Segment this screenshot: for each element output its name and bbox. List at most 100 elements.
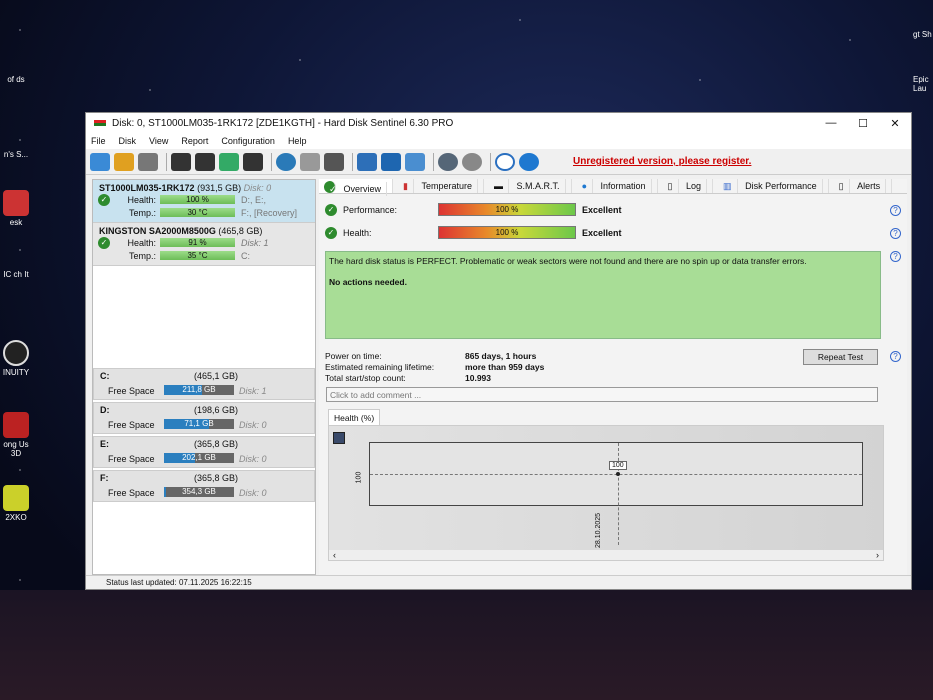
disk-list-icon[interactable] [138, 152, 158, 171]
disk-item[interactable]: KINGSTON SA2000M8500G (465,8 GB) ✓ Health… [93, 223, 315, 266]
desktop-icon-right-1[interactable]: gt Sh [913, 30, 933, 39]
menu-configuration[interactable]: Configuration [221, 136, 275, 146]
info-icon: ● [576, 179, 593, 193]
desktop-icon-label: of ds [7, 75, 25, 84]
scroll-left-icon[interactable]: ‹ [333, 550, 336, 560]
status-bar: Status last updated: 07.11.2025 16:22:15 [86, 575, 911, 589]
info-icon[interactable] [519, 152, 539, 171]
power-on-label: Power on time: [325, 351, 382, 361]
help-icon[interactable]: ? [890, 351, 901, 362]
free-space-label: Free Space [108, 420, 155, 430]
disk-surface-icon[interactable] [195, 152, 215, 171]
desktop-icon-label: gt Sh [913, 30, 932, 39]
partition-item[interactable]: C: (465,1 GB) Free Space 211,8 GB Disk: 1 [93, 368, 315, 400]
mail-icon[interactable] [381, 152, 401, 171]
desktop-icon-label: esk [9, 218, 23, 227]
temp-bar: 30 °C [160, 208, 235, 217]
overview-panel: ✓ Overview ▮ Temperature ▬ S.M.A.R.T. ● … [319, 179, 907, 575]
alerts-icon: ▯ [833, 179, 850, 193]
help-icon[interactable] [495, 152, 515, 171]
desktop-icon-right-2[interactable]: Epic Lau [913, 75, 933, 93]
desktop-icon-2[interactable]: n's S... [0, 150, 32, 159]
separator [433, 152, 434, 171]
menu-help[interactable]: Help [288, 136, 307, 146]
disk-name: ST1000LM035-1RK172 [99, 183, 195, 193]
desktop-icon-label: n's S... [3, 150, 29, 159]
menu-file[interactable]: File [91, 136, 106, 146]
menu-report[interactable]: Report [181, 136, 208, 146]
tab-alerts[interactable]: ▯ Alerts [829, 179, 893, 193]
health-chart: 100 100 28.10.2025 ‹ › [328, 425, 884, 561]
tab-smart[interactable]: ▬ S.M.A.R.T. [484, 179, 572, 193]
disk-number: Disk: 0 [239, 488, 267, 498]
x-tick-label: 28.10.2025 [595, 512, 602, 548]
tab-disk-performance[interactable]: ▥ Disk Performance [713, 179, 829, 193]
health-bar: 91 % [160, 238, 235, 247]
disk-search-icon[interactable] [243, 152, 263, 171]
menu-disk[interactable]: Disk [119, 136, 137, 146]
help-icon[interactable]: ? [890, 228, 901, 239]
tab-information[interactable]: ● Information [572, 179, 658, 193]
desktop-icon-1[interactable]: of ds [0, 75, 32, 84]
tab-overview[interactable]: ✓ Overview [319, 179, 394, 196]
partition-item[interactable]: E: (365,8 GB) Free Space 202,1 GB Disk: 0 [93, 436, 315, 468]
chart-scrollbar[interactable]: ‹ › [329, 550, 883, 560]
ok-check-icon: ✓ [98, 236, 110, 249]
desktop-icon-3[interactable]: esk [0, 190, 32, 227]
performance-rating: Excellent [582, 204, 622, 215]
window-title: Disk: 0, ST1000LM035-1RK172 [ZDE1KGTH] -… [112, 117, 454, 129]
disk-temp-icon[interactable] [171, 152, 191, 171]
report-icon[interactable] [357, 152, 377, 171]
close-button[interactable]: ✕ [879, 117, 911, 130]
partition-item[interactable]: F: (365,8 GB) Free Space 354,3 GB Disk: 0 [93, 470, 315, 502]
free-space-bar: 202,1 GB [164, 453, 234, 463]
app-logo-icon [94, 120, 106, 126]
desktop-icon-4[interactable]: IC ch It [0, 270, 32, 279]
refresh-icon[interactable] [90, 152, 110, 171]
partition-item[interactable]: D: (198,6 GB) Free Space 71,1 GB Disk: 0 [93, 402, 315, 434]
ok-check-icon: ✓ [325, 226, 337, 239]
scroll-right-icon[interactable]: › [876, 550, 879, 560]
network-computers-icon[interactable] [405, 152, 425, 171]
health-rating: Excellent [582, 227, 622, 238]
maximize-button[interactable]: ☐ [847, 117, 879, 130]
help-icon[interactable]: ? [890, 205, 901, 216]
tab-temperature[interactable]: ▮ Temperature [393, 179, 485, 193]
disk-name: KINGSTON SA2000M8500G [99, 226, 216, 236]
lifetime-label: Estimated remaining lifetime: [325, 362, 435, 372]
gear-icon[interactable] [438, 152, 458, 171]
partition-size: (198,6 GB) [194, 405, 239, 415]
desktop-icon-label: 2XKO [5, 513, 27, 522]
menu-view[interactable]: View [149, 136, 168, 146]
temp-label: Temp.: [128, 207, 156, 218]
performance-row: ✓ Performance: 100 % Excellent [325, 203, 622, 216]
desktop-icon-label: IC ch It [3, 270, 29, 279]
register-link[interactable]: Unregistered version, please register. [573, 156, 751, 167]
comment-input[interactable]: Click to add comment ... [326, 387, 878, 402]
minimize-button[interactable]: — [815, 117, 847, 130]
network-icon[interactable] [300, 152, 320, 171]
save-icon[interactable] [333, 432, 345, 444]
free-space-bar: 354,3 GB [164, 487, 234, 497]
computer-icon[interactable] [324, 152, 344, 171]
sound-icon[interactable] [462, 152, 482, 171]
desktop-icon-6[interactable]: ong Us 3D [0, 412, 32, 458]
repeat-test-button[interactable]: Repeat Test [803, 349, 878, 365]
performance-bar: 100 % [438, 203, 576, 216]
disk-number: Disk: 0 [243, 183, 272, 193]
title-bar[interactable]: Disk: 0, ST1000LM035-1RK172 [ZDE1KGTH] -… [86, 113, 911, 133]
partition-letter: C: [100, 371, 110, 381]
tab-log[interactable]: ▯ Log [658, 179, 714, 193]
desktop-icon-7[interactable]: 2XKO [0, 485, 32, 522]
refresh-warning-icon[interactable] [114, 152, 134, 171]
help-icon[interactable]: ? [890, 251, 901, 262]
disk-check-icon[interactable] [219, 152, 239, 171]
y-tick-label: 100 [355, 471, 363, 484]
plot-area: 100 [369, 442, 863, 545]
desktop-icon-5[interactable]: INUITY [0, 340, 32, 377]
tab-health-chart[interactable]: Health (%) [328, 409, 381, 426]
smart-icon: ▬ [489, 179, 510, 193]
disk-item[interactable]: ST1000LM035-1RK172 (931,5 GB) Disk: 0 ✓ H… [93, 180, 315, 223]
separator [352, 152, 353, 171]
globe-icon[interactable] [276, 152, 296, 171]
